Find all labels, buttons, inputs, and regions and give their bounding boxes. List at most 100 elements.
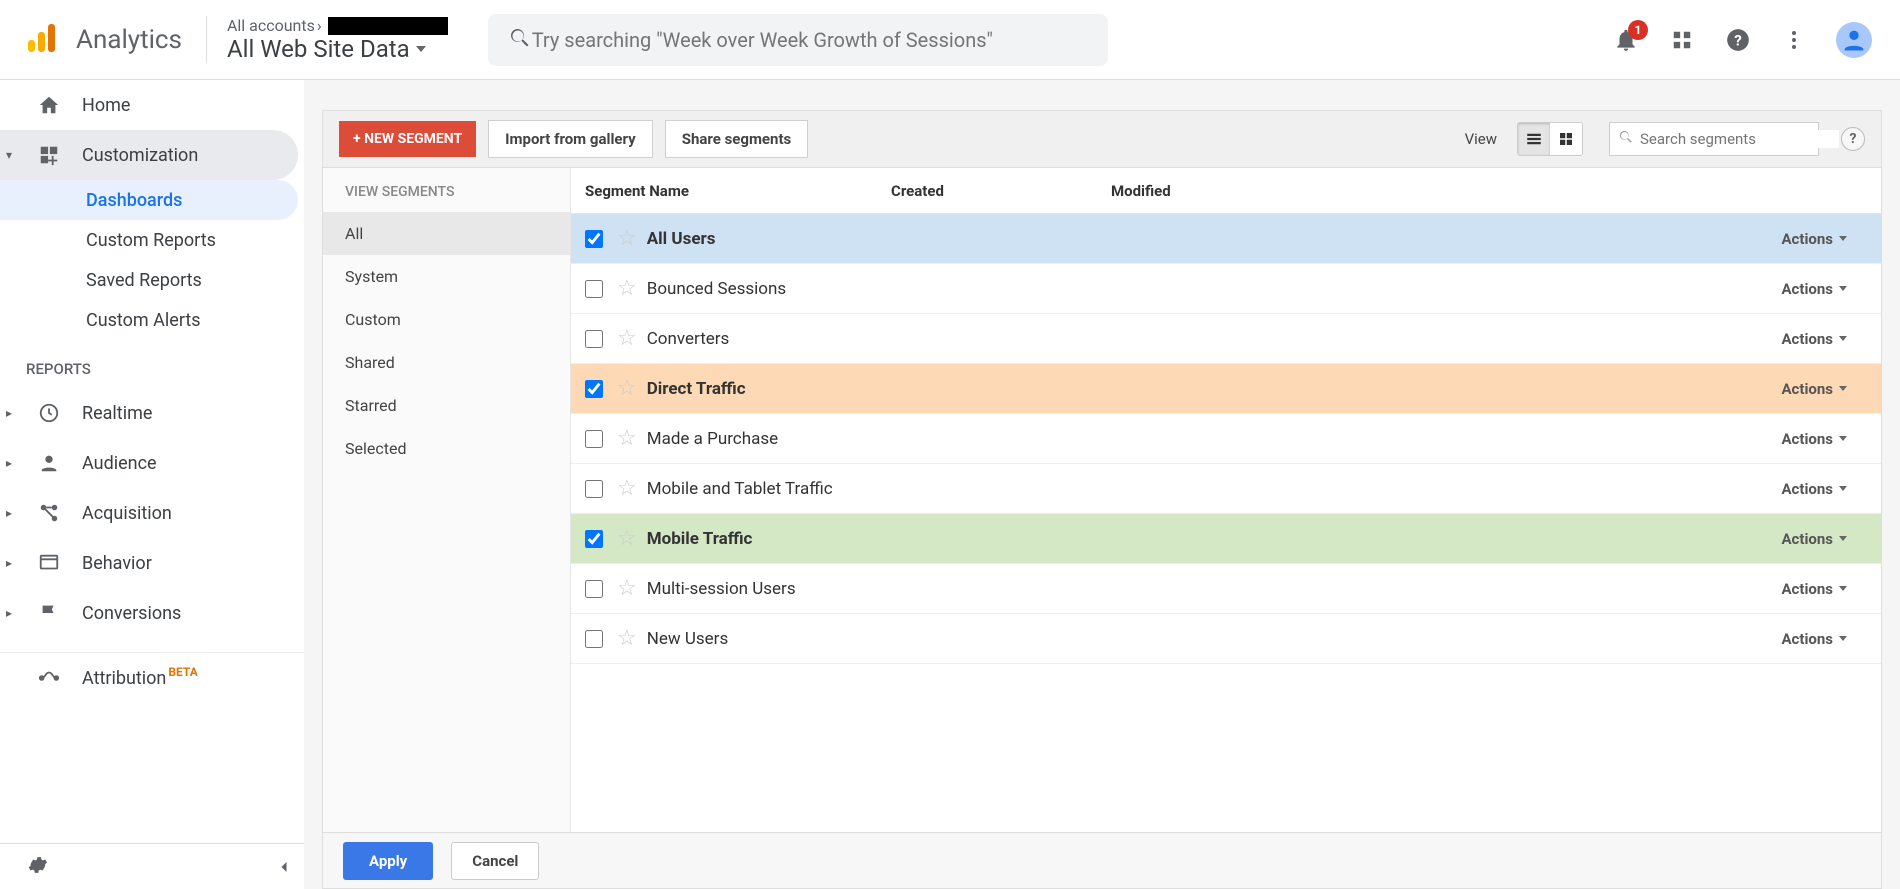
- cancel-button[interactable]: Cancel: [451, 842, 539, 880]
- nav-customization[interactable]: ▾ Customization: [0, 130, 298, 180]
- segment-name: Direct Traffic: [647, 379, 907, 399]
- caret-down-icon: [1839, 436, 1847, 441]
- segment-actions-menu[interactable]: Actions: [1781, 230, 1847, 248]
- segment-row[interactable]: ☆Multi-session UsersActions: [571, 564, 1881, 614]
- collapse-sidebar-button[interactable]: [274, 857, 294, 881]
- segment-search[interactable]: [1609, 122, 1819, 156]
- caret-down-icon: [1839, 386, 1847, 391]
- col-modified[interactable]: Modified: [1111, 182, 1321, 200]
- col-created[interactable]: Created: [891, 182, 1111, 200]
- filter-all[interactable]: All: [323, 212, 570, 255]
- header-actions: 1 ?: [1612, 22, 1872, 58]
- notifications-button[interactable]: 1: [1612, 26, 1640, 54]
- segment-row[interactable]: ☆ Made a Purchase Actions: [571, 414, 1881, 464]
- segment-checkbox[interactable]: [585, 480, 603, 498]
- star-icon[interactable]: ☆: [617, 326, 637, 351]
- segment-checkbox[interactable]: [585, 580, 603, 598]
- nav-home[interactable]: Home: [0, 80, 298, 130]
- expand-caret-icon: ▸: [6, 406, 16, 420]
- nav-custom-alerts[interactable]: Custom Alerts: [0, 300, 298, 340]
- col-segment-name[interactable]: Segment Name: [571, 182, 891, 200]
- product-name: Analytics: [76, 25, 182, 55]
- segment-table-header: Segment Name Created Modified: [571, 168, 1881, 214]
- filter-shared[interactable]: Shared: [323, 341, 570, 384]
- segment-actions-menu[interactable]: Actions: [1781, 380, 1847, 398]
- segments-footer: Apply Cancel: [323, 832, 1881, 888]
- segment-checkbox[interactable]: [585, 330, 603, 348]
- nav-dashboards[interactable]: Dashboards: [0, 180, 298, 220]
- star-icon[interactable]: ☆: [617, 576, 637, 601]
- segment-filter-sidebar: VIEW SEGMENTS AllSystemCustomSharedStarr…: [323, 168, 571, 832]
- view-toggle: [1517, 122, 1583, 156]
- segment-checkbox[interactable]: [585, 430, 603, 448]
- filter-custom[interactable]: Custom: [323, 298, 570, 341]
- segment-checkbox[interactable]: [585, 230, 603, 248]
- segment-actions-menu[interactable]: Actions: [1781, 280, 1847, 298]
- search-input[interactable]: [532, 28, 1088, 52]
- list-view-button[interactable]: [1518, 123, 1550, 155]
- apps-menu-button[interactable]: [1668, 26, 1696, 54]
- segment-search-input[interactable]: [1640, 130, 1839, 148]
- segment-actions-menu[interactable]: Actions: [1781, 480, 1847, 498]
- nav-conversions[interactable]: ▸ Conversions: [0, 588, 298, 638]
- import-from-gallery-button[interactable]: Import from gallery: [488, 120, 653, 158]
- segment-actions-menu[interactable]: Actions: [1781, 530, 1847, 548]
- nav-attribution[interactable]: AttributionBETA: [0, 653, 298, 703]
- customization-icon: [38, 144, 64, 166]
- star-icon[interactable]: ☆: [617, 276, 637, 301]
- star-icon[interactable]: ☆: [617, 476, 637, 501]
- segment-actions-menu[interactable]: Actions: [1781, 430, 1847, 448]
- nav-acquisition[interactable]: ▸ Acquisition: [0, 488, 298, 538]
- caret-down-icon: [1839, 286, 1847, 291]
- account-switcher[interactable]: All accounts › All Web Site Data: [206, 16, 448, 63]
- caret-down-icon: [1839, 336, 1847, 341]
- segment-name: New Users: [647, 629, 907, 649]
- analytics-logo-icon: [24, 20, 60, 60]
- share-segments-button[interactable]: Share segments: [665, 120, 809, 158]
- segment-actions-menu[interactable]: Actions: [1781, 330, 1847, 348]
- segment-list[interactable]: ☆All UsersActions☆Bounced SessionsAction…: [571, 214, 1881, 832]
- grid-view-button[interactable]: [1550, 123, 1582, 155]
- segment-name: All Users: [647, 229, 907, 249]
- segment-actions-menu[interactable]: Actions: [1781, 630, 1847, 648]
- filter-selected[interactable]: Selected: [323, 427, 570, 470]
- nav-saved-reports[interactable]: Saved Reports: [0, 260, 298, 300]
- segment-row[interactable]: ☆Bounced SessionsActions: [571, 264, 1881, 314]
- help-button[interactable]: ?: [1724, 26, 1752, 54]
- segment-checkbox[interactable]: [585, 630, 603, 648]
- segment-row[interactable]: ☆ Direct Traffic Actions: [571, 364, 1881, 414]
- segment-row[interactable]: ☆ConvertersActions: [571, 314, 1881, 364]
- segment-name: Made a Purchase: [647, 429, 907, 449]
- filter-starred[interactable]: Starred: [323, 384, 570, 427]
- logo[interactable]: Analytics: [24, 20, 182, 60]
- caret-down-icon: [1839, 586, 1847, 591]
- beta-badge: BETA: [168, 665, 197, 679]
- nav-realtime[interactable]: ▸ Realtime: [0, 388, 298, 438]
- nav-audience[interactable]: ▸ Audience: [0, 438, 298, 488]
- star-icon[interactable]: ☆: [617, 376, 637, 401]
- segment-checkbox[interactable]: [585, 280, 603, 298]
- segments-help-button[interactable]: ?: [1841, 127, 1865, 151]
- segment-actions-menu[interactable]: Actions: [1781, 580, 1847, 598]
- nav-custom-reports[interactable]: Custom Reports: [0, 220, 298, 260]
- star-icon[interactable]: ☆: [617, 526, 637, 551]
- segment-checkbox[interactable]: [585, 530, 603, 548]
- segment-checkbox[interactable]: [585, 380, 603, 398]
- star-icon[interactable]: ☆: [617, 626, 637, 651]
- account-avatar[interactable]: [1836, 22, 1872, 58]
- star-icon[interactable]: ☆: [617, 426, 637, 451]
- main-content: + NEW SEGMENT Import from gallery Share …: [304, 80, 1900, 889]
- expand-caret-icon: ▸: [6, 456, 16, 470]
- nav-admin[interactable]: [0, 843, 304, 889]
- nav-behavior[interactable]: ▸ Behavior: [0, 538, 298, 588]
- global-search[interactable]: [488, 14, 1108, 66]
- apply-button[interactable]: Apply: [343, 842, 433, 880]
- star-icon[interactable]: ☆: [617, 226, 637, 251]
- new-segment-button[interactable]: + NEW SEGMENT: [339, 121, 476, 157]
- filter-system[interactable]: System: [323, 255, 570, 298]
- segment-row[interactable]: ☆Mobile TrafficActions: [571, 514, 1881, 564]
- segment-row[interactable]: ☆Mobile and Tablet TrafficActions: [571, 464, 1881, 514]
- segment-row[interactable]: ☆ New Users Actions: [571, 614, 1881, 664]
- more-menu-button[interactable]: [1780, 26, 1808, 54]
- segment-row[interactable]: ☆ All Users Actions: [571, 214, 1881, 264]
